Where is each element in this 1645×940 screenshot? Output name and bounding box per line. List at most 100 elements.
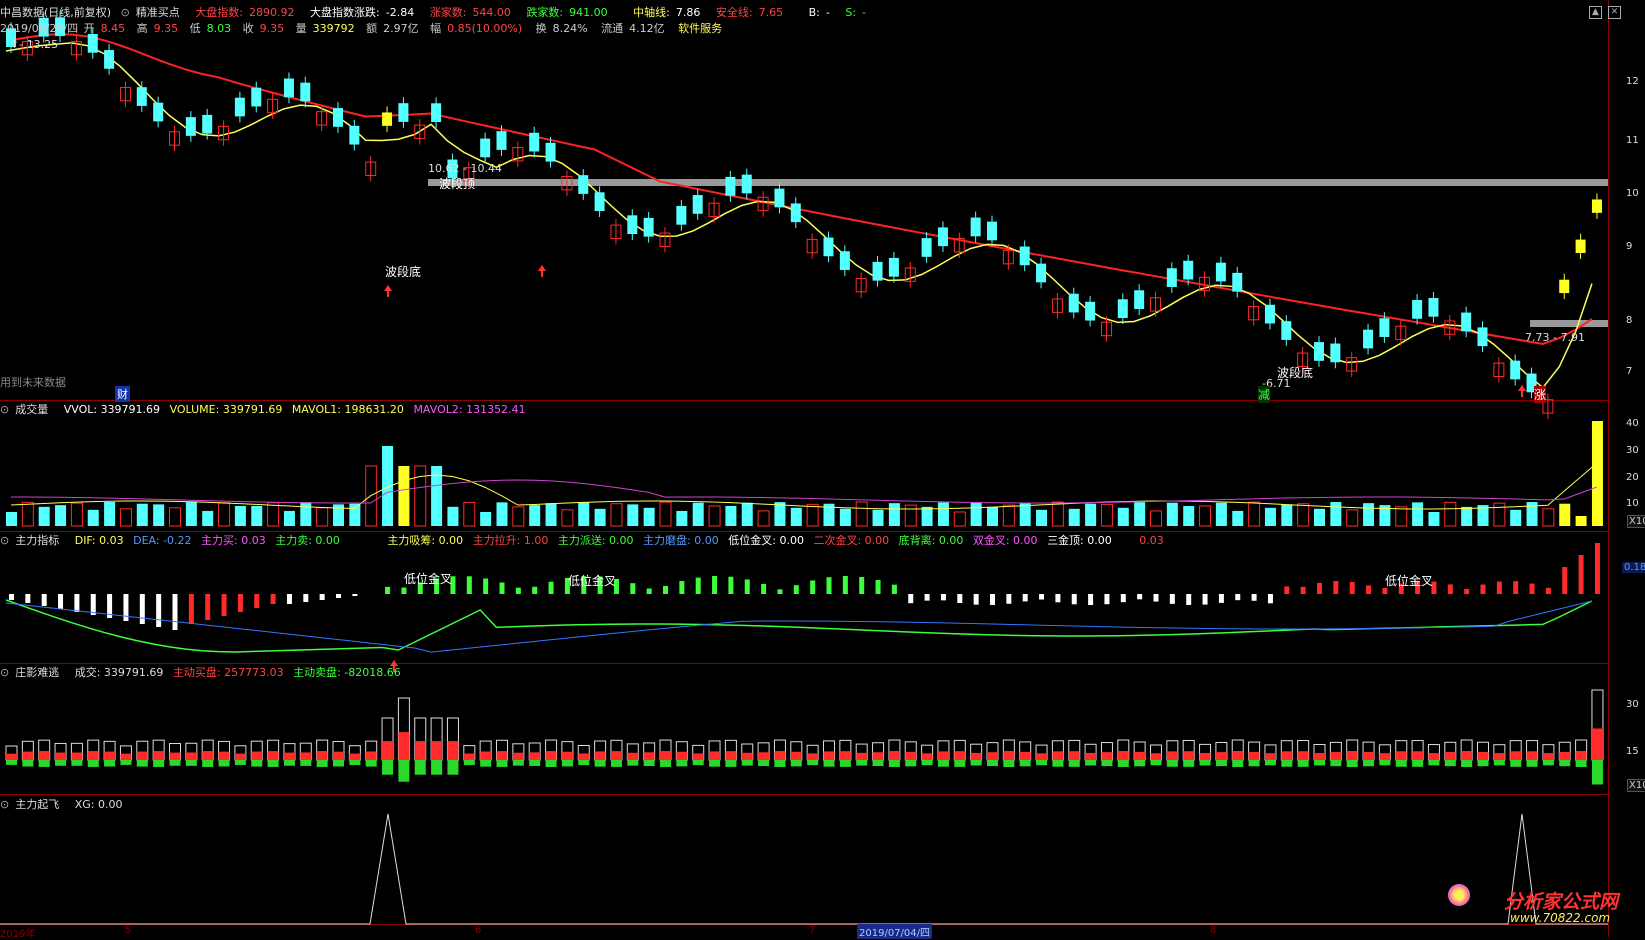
chart-canvas[interactable] <box>0 0 1645 937</box>
shadow-panel-name[interactable]: ⊙ 庄影难逃 <box>0 666 65 679</box>
active-sell-bar <box>1314 760 1325 766</box>
volume-bar <box>136 503 148 526</box>
buy-arrow-icon <box>538 265 546 277</box>
active-buy-bar <box>136 751 148 760</box>
active-buy-bar <box>970 752 982 760</box>
expand-icon[interactable]: ⊙ <box>0 534 9 547</box>
volume-bar <box>496 502 508 526</box>
histogram-bar <box>728 576 734 594</box>
volume-bar <box>855 501 868 527</box>
active-buy-bar <box>71 752 83 760</box>
active-buy-bar <box>1068 751 1080 760</box>
volume-bar <box>119 508 132 527</box>
active-buy-bar <box>398 732 410 760</box>
active-buy-bar <box>414 741 426 760</box>
active-buy-bar <box>905 751 917 760</box>
volume-bar <box>153 504 165 526</box>
finance-tag[interactable]: 财 <box>115 386 130 402</box>
volume-bar <box>1036 509 1048 526</box>
expand-icon[interactable]: ⊙ <box>0 798 9 811</box>
y-tick: 20 <box>1626 472 1639 483</box>
volume-bar <box>610 503 623 527</box>
active-sell-bar <box>202 760 214 767</box>
candle-body <box>104 50 115 69</box>
close-button[interactable]: ✕ <box>1608 6 1621 19</box>
grind-value: 主力磨盘: 0.00 <box>643 534 719 547</box>
high-price: 高 9.35 <box>136 22 179 35</box>
volume-bar <box>447 506 459 526</box>
high-marker: ↑- 13.25 <box>10 38 59 51</box>
histogram-bar <box>940 594 946 601</box>
histogram-bar <box>336 594 341 598</box>
active-buy-bar <box>1003 751 1015 760</box>
histogram-bar <box>761 583 767 594</box>
volume-unit: X10 <box>1627 515 1645 528</box>
ma-long-line <box>5 33 1593 346</box>
volume-bar <box>202 510 214 526</box>
candle-body <box>431 103 442 123</box>
collapse-button[interactable]: ▲ <box>1589 6 1602 19</box>
histogram-bar <box>1464 588 1470 594</box>
active-sell-bar <box>660 760 671 767</box>
stock-title[interactable]: 中昌数据(日线,前复权) <box>0 6 111 19</box>
expand-icon[interactable]: ⊙ <box>0 403 9 416</box>
dispatch-value: 主力派送: 0.00 <box>557 534 634 547</box>
histogram-bar <box>1251 594 1257 601</box>
active-sell-bar <box>987 760 998 767</box>
active-sell-bar <box>87 760 99 767</box>
active-buy-bar <box>1461 751 1473 760</box>
candle-body <box>87 33 98 53</box>
histogram-bar <box>41 594 47 606</box>
candle-body <box>545 142 556 162</box>
active-sell-bar <box>856 760 868 766</box>
active-sell-bar <box>349 760 361 766</box>
close-price: 收 9.35 <box>242 22 285 35</box>
active-buy-bar <box>349 753 361 760</box>
volume-bar <box>1493 502 1506 527</box>
histogram-bar <box>156 594 162 627</box>
candle-body <box>921 238 932 257</box>
histogram-bar <box>1104 594 1110 605</box>
expand-icon[interactable]: ⊙ <box>121 6 130 19</box>
histogram-bar <box>188 594 194 624</box>
histogram-bar <box>1006 594 1012 604</box>
active-sell-bar <box>709 760 721 767</box>
candle-body <box>594 192 605 212</box>
active-buy-bar <box>1101 752 1113 760</box>
candle-body <box>1068 293 1079 313</box>
volume-bar <box>1461 506 1473 526</box>
candle-body <box>333 108 343 127</box>
volume-bar <box>627 504 639 526</box>
candle-body <box>1166 268 1177 287</box>
candle-body <box>676 205 687 225</box>
active-sell-bar <box>382 760 394 775</box>
volume-bar <box>741 502 753 526</box>
expand-icon[interactable]: ⊙ <box>0 666 9 679</box>
active-sell-bar <box>1036 760 1048 766</box>
volume-panel-name[interactable]: ⊙ 成交量 <box>0 403 54 416</box>
histogram-bar <box>891 584 897 594</box>
histogram-bar <box>695 577 701 594</box>
volume-bar <box>1199 505 1212 527</box>
volume-bar <box>953 511 966 527</box>
histogram-bar <box>679 581 685 594</box>
volume-bar <box>414 465 427 527</box>
active-sell-bar <box>888 760 900 767</box>
takeoff-panel-name[interactable]: ⊙ 主力起飞 <box>0 798 65 811</box>
volume-bar <box>970 502 982 526</box>
indicator-name[interactable]: ⊙ 精准买点 <box>121 6 186 19</box>
active-buy-bar <box>1444 752 1456 760</box>
histogram-bar <box>924 594 930 601</box>
active-sell-bar <box>1068 760 1080 767</box>
resistance-band <box>428 179 1608 186</box>
active-buy-bar <box>643 752 655 760</box>
active-buy-bar <box>1134 751 1146 760</box>
active-sell-bar <box>1575 760 1587 767</box>
volume-bar <box>251 505 263 526</box>
histogram-bar <box>777 589 783 594</box>
y-tick: 15 <box>1626 746 1639 757</box>
takeoff-signal-line <box>0 813 1608 925</box>
force-panel-name[interactable]: ⊙ 主力指标 <box>0 534 65 547</box>
active-buy-bar <box>937 751 949 760</box>
histogram-bar <box>139 594 145 624</box>
